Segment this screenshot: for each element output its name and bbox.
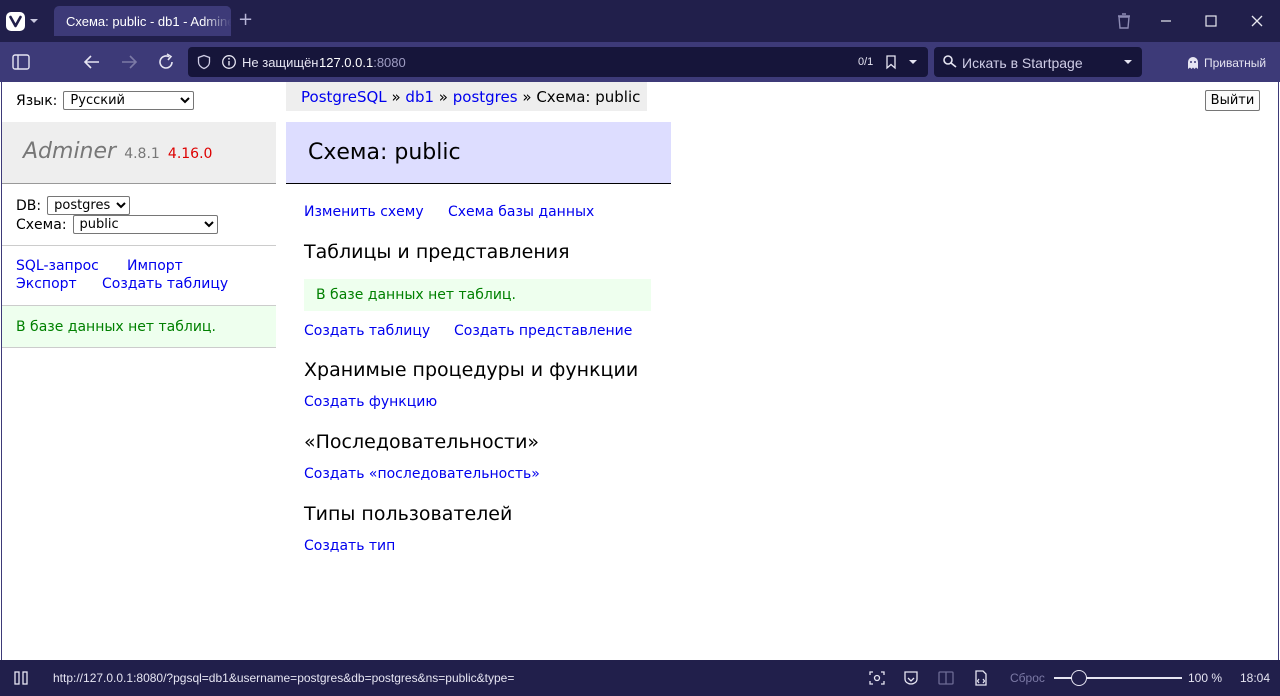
maximize-icon[interactable] — [1201, 11, 1221, 31]
import-link[interactable]: Импорт — [127, 258, 183, 274]
create-table-link[interactable]: Создать таблицу — [304, 323, 430, 339]
panel-layout-icon[interactable] — [13, 671, 29, 685]
reload-icon[interactable] — [156, 52, 176, 72]
tiling-icon[interactable] — [937, 670, 955, 686]
no-tables-message: В базе данных нет таблиц. — [304, 279, 651, 311]
sequences-heading: «Последовательности» — [304, 431, 540, 453]
page-header: Схема: public — [286, 122, 671, 184]
tab-bar: Схема: public - db1 - Adminer + — [0, 0, 1280, 42]
url-port: :8080 — [373, 55, 406, 70]
language-label: Язык: — [16, 92, 58, 109]
sync-icon[interactable] — [902, 670, 920, 686]
create-type-link[interactable]: Создать тип — [304, 538, 395, 554]
page-content: Язык: Русский Adminer 4.8.1 4.16.0 DB: p… — [1, 82, 1279, 660]
logout-button[interactable]: Выйти — [1205, 90, 1260, 111]
tables-heading: Таблицы и представления — [304, 241, 570, 263]
search-input[interactable]: Искать в Startpage — [962, 55, 1083, 71]
version-label: 4.8.1 — [124, 146, 160, 162]
page-title: Схема: public — [308, 140, 461, 165]
schema-select[interactable]: public — [72, 215, 218, 234]
search-bar[interactable]: Искать в Startpage — [934, 47, 1142, 77]
breadcrumb-separator: » — [522, 88, 532, 106]
back-arrow-icon[interactable] — [82, 52, 102, 72]
new-version-link[interactable]: 4.16.0 — [168, 146, 213, 162]
tab-fade — [203, 6, 231, 36]
panel-toggle-icon[interactable] — [11, 52, 31, 72]
sidebar-no-tables-message: В базе данных нет таблиц. — [2, 305, 276, 348]
zoom-reset-button[interactable]: Сброс — [1010, 671, 1045, 685]
search-icon — [943, 55, 957, 68]
address-dropdown-icon[interactable] — [908, 57, 918, 67]
url-text[interactable]: 127.0.0.1:8080 — [319, 55, 406, 70]
security-label: Не защищён — [242, 55, 319, 70]
user-types-heading: Типы пользователей — [304, 503, 513, 525]
alter-schema-link[interactable]: Изменить схему — [304, 204, 424, 220]
breadcrumb-separator: » — [438, 88, 448, 106]
trash-icon[interactable] — [1114, 11, 1134, 31]
create-sequence-link[interactable]: Создать «последовательность» — [304, 466, 540, 482]
search-engine-dropdown-icon[interactable] — [1123, 57, 1133, 67]
vivaldi-logo-icon — [6, 11, 25, 31]
shield-icon[interactable] — [196, 54, 212, 70]
tab-active[interactable]: Схема: public - db1 - Adminer — [54, 6, 231, 36]
vivaldi-menu-button[interactable] — [6, 9, 44, 33]
breadcrumb-postgres[interactable]: postgres — [453, 88, 518, 106]
create-view-link[interactable]: Создать представление — [454, 323, 632, 339]
routines-heading: Хранимые процедуры и функции — [304, 359, 639, 381]
clock: 18:04 — [1240, 671, 1271, 685]
logo-box: Adminer 4.8.1 4.16.0 — [2, 122, 276, 184]
database-schema-link[interactable]: Схема базы данных — [448, 204, 594, 220]
db-label: DB: — [16, 197, 42, 214]
private-label: Приватный — [1204, 56, 1267, 70]
sidebar-divider — [2, 245, 276, 246]
db-select[interactable]: postgres — [47, 196, 131, 215]
private-indicator: Приватный — [1186, 53, 1266, 73]
forward-arrow-icon[interactable] — [119, 52, 139, 72]
export-link[interactable]: Экспорт — [16, 276, 77, 292]
chevron-down-icon — [30, 19, 38, 23]
capture-icon[interactable] — [868, 670, 886, 686]
sidebar-create-table-link[interactable]: Создать таблицу — [102, 276, 228, 292]
breadcrumb-db1[interactable]: db1 — [405, 88, 434, 106]
bookmark-icon[interactable] — [884, 54, 898, 70]
find-counter: 0/1 — [858, 56, 874, 68]
create-function-link[interactable]: Создать функцию — [304, 394, 437, 410]
status-bar: http://127.0.0.1:8080/?pgsql=db1&usernam… — [0, 660, 1280, 696]
minimize-icon[interactable] — [1156, 11, 1176, 31]
address-bar[interactable]: Не защищён 127.0.0.1:8080 0/1 — [188, 47, 928, 77]
adminer-sidebar: Язык: Русский Adminer 4.8.1 4.16.0 DB: p… — [2, 82, 276, 660]
close-icon[interactable] — [1247, 11, 1267, 31]
ghost-icon — [1188, 57, 1198, 69]
language-select[interactable]: Русский — [63, 91, 195, 110]
zoom-level: 100 % — [1188, 671, 1223, 685]
url-host: 127.0.0.1 — [319, 55, 374, 70]
schema-label: Схема: — [16, 216, 67, 233]
breadcrumb-separator: » — [391, 88, 401, 106]
info-icon[interactable] — [221, 54, 237, 70]
breadcrumb: PostgreSQL » db1 » postgres » Схема: pub… — [286, 82, 647, 111]
new-tab-plus-icon[interactable]: + — [238, 10, 253, 30]
sql-command-link[interactable]: SQL-запрос — [16, 258, 99, 274]
breadcrumb-postgresql[interactable]: PostgreSQL — [301, 88, 387, 106]
page-actions-icon[interactable] — [972, 669, 990, 687]
app-name[interactable]: Adminer — [23, 139, 116, 164]
status-url: http://127.0.0.1:8080/?pgsql=db1&usernam… — [53, 671, 515, 685]
breadcrumb-current: Схема: public — [536, 88, 641, 106]
zoom-slider-handle[interactable] — [1071, 670, 1087, 686]
